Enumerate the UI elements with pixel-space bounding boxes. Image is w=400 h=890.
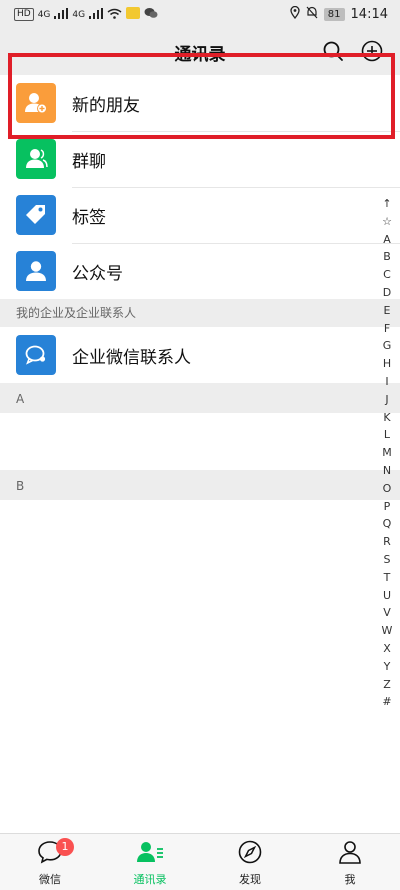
location-icon (290, 5, 300, 22)
tab-me[interactable]: 我 (300, 834, 400, 890)
status-bar: HD 4G 4G 81 14:14 (0, 0, 400, 30)
signal-icon (54, 7, 69, 22)
section-header-b: B (0, 470, 400, 500)
official-accounts-item[interactable]: 公众号 (0, 243, 400, 299)
status-right-indicators: 81 14:14 (290, 5, 388, 22)
group-icon (16, 139, 56, 179)
enterprise-contacts-item[interactable]: 企业微信联系人 (0, 327, 400, 383)
tag-icon (16, 195, 56, 235)
new-friends-item[interactable]: 新的朋友 (0, 75, 400, 131)
alpha-index-letter[interactable]: S (384, 551, 391, 569)
alpha-index-letter[interactable]: P (384, 498, 391, 516)
tab-contacts-label: 通讯录 (133, 873, 167, 886)
alpha-index-letter[interactable]: Z (383, 676, 391, 694)
unread-badge: 1 (56, 838, 74, 856)
alpha-index-letter[interactable]: Q (383, 515, 392, 533)
alpha-index-letter[interactable]: O (383, 480, 392, 498)
enterprise-contacts-label: 企业微信联系人 (72, 347, 191, 368)
nav-bar: 通讯录 (0, 30, 400, 74)
signal-4g-label-2: 4G (72, 9, 86, 20)
new-friends-label: 新的朋友 (72, 95, 140, 116)
alpha-index-letter[interactable]: R (383, 533, 391, 551)
tags-label: 标签 (72, 207, 106, 228)
tab-contacts[interactable]: 通讯录 (100, 834, 200, 890)
signal-4g-label: 4G (37, 9, 51, 20)
hd-indicator: HD (14, 8, 34, 21)
alpha-index-letter[interactable]: M (382, 444, 392, 462)
user-icon (338, 840, 362, 868)
alpha-index-letter[interactable]: H (383, 355, 391, 373)
alpha-index-letter[interactable]: T (384, 569, 391, 587)
tab-chats[interactable]: 1 微信 (0, 834, 100, 890)
enterprise-chat-icon (16, 335, 56, 375)
alpha-index-letter[interactable]: ↑ (382, 195, 391, 213)
wechat-notification-icon (144, 7, 158, 22)
tab-discover[interactable]: 发现 (200, 834, 300, 890)
tab-chats-label: 微信 (39, 873, 61, 886)
alpha-index-letter[interactable]: D (383, 284, 391, 302)
alphabet-index[interactable]: ↑ ☆ A B C D E F G H I J K L M N O P Q R S T U V W X Y Z # (378, 195, 396, 711)
alpha-index-letter[interactable]: N (383, 462, 391, 480)
compass-icon (238, 840, 262, 868)
alpha-index-letter[interactable]: K (383, 409, 390, 427)
alpha-index-letter[interactable]: G (383, 337, 392, 355)
alpha-index-letter[interactable]: C (383, 266, 391, 284)
official-accounts-label: 公众号 (72, 263, 123, 284)
alpha-index-letter[interactable]: J (385, 391, 388, 409)
official-account-icon (16, 251, 56, 291)
wifi-icon (107, 8, 122, 22)
group-chats-label: 群聊 (72, 151, 106, 172)
tags-item[interactable]: 标签 (0, 187, 400, 243)
alpha-index-letter[interactable]: L (384, 426, 390, 444)
mute-bell-icon (306, 6, 318, 22)
group-chats-item[interactable]: 群聊 (0, 131, 400, 187)
contact-row-redacted[interactable] (0, 413, 400, 470)
search-icon[interactable] (322, 40, 344, 62)
alpha-index-letter[interactable]: E (384, 302, 391, 320)
alpha-index-letter[interactable]: # (382, 693, 391, 711)
alpha-index-letter[interactable]: F (384, 320, 390, 338)
contact-list-redacted[interactable] (0, 500, 400, 840)
alpha-index-letter[interactable]: X (383, 640, 391, 658)
enterprise-section-header: 我的企业及企业联系人 (0, 299, 400, 327)
alpha-index-letter[interactable]: ☆ (382, 213, 392, 231)
signal-icon-2 (89, 7, 104, 22)
status-left-indicators: HD 4G 4G (14, 7, 158, 22)
tab-discover-label: 发现 (239, 873, 261, 886)
alpha-index-letter[interactable]: B (383, 248, 391, 266)
tab-me-label: 我 (344, 873, 356, 886)
alpha-index-letter[interactable]: W (382, 622, 393, 640)
alpha-index-letter[interactable]: I (385, 373, 388, 391)
bottom-tab-bar: 1 微信 通讯录 发现 我 (0, 833, 400, 890)
battery-indicator: 81 (323, 7, 345, 21)
contacts-list: 新的朋友 群聊 标签 公众号 我的企业及企业联系人 企业微信联系人 A B (0, 75, 400, 840)
app-notification-icon (126, 7, 141, 22)
add-friend-icon (16, 83, 56, 123)
clock: 14:14 (350, 6, 388, 22)
alpha-index-letter[interactable]: A (383, 231, 391, 249)
alpha-index-letter[interactable]: Y (384, 658, 391, 676)
alpha-index-letter[interactable]: U (383, 587, 391, 605)
alpha-index-letter[interactable]: V (383, 604, 391, 622)
plus-circle-icon[interactable] (361, 40, 383, 62)
section-header-a: A (0, 383, 400, 413)
contacts-icon (136, 840, 164, 868)
